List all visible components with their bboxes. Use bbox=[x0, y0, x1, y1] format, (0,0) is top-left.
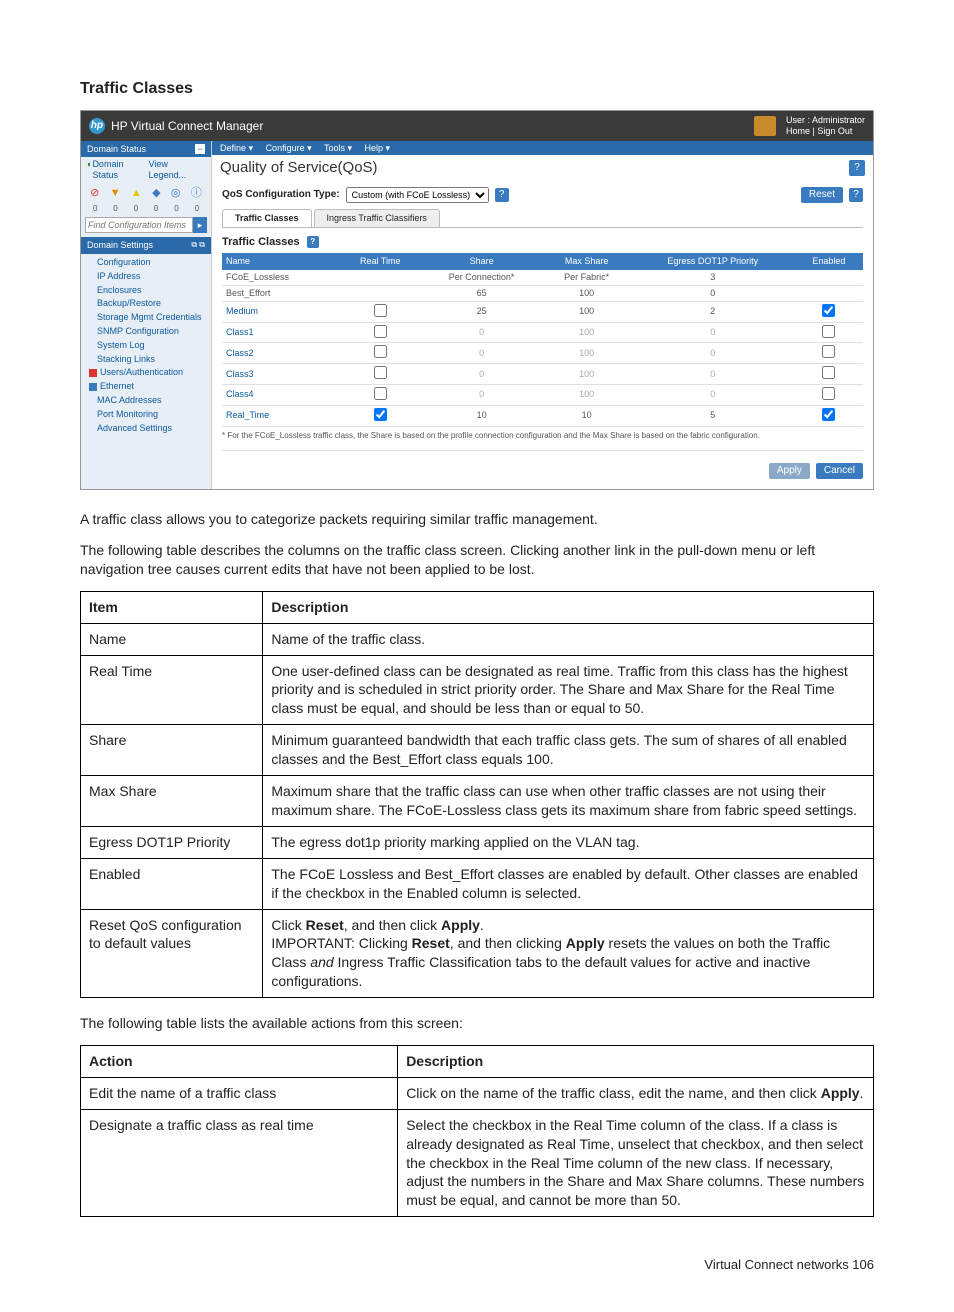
reset-button[interactable]: Reset bbox=[801, 187, 843, 203]
table-row: Edit the name of a traffic classClick on… bbox=[81, 1077, 874, 1109]
sidebar-item[interactable]: Users/Authentication bbox=[81, 366, 211, 380]
alert-unknown-icon: ⓘ bbox=[191, 187, 202, 200]
help-icon[interactable]: ? bbox=[849, 160, 865, 176]
table-row: Reset QoS configuration to default value… bbox=[81, 909, 874, 998]
tree-node-icon bbox=[89, 369, 97, 377]
info-icon[interactable]: ? bbox=[495, 188, 509, 202]
table-row: ShareMinimum guaranteed bandwidth that e… bbox=[81, 725, 874, 776]
sidebar-item[interactable]: MAC Addresses bbox=[81, 394, 211, 408]
enabled-checkbox[interactable] bbox=[822, 408, 835, 421]
realtime-checkbox[interactable] bbox=[374, 304, 387, 317]
config-type-select[interactable]: Custom (with FCoE Lossless) bbox=[346, 187, 489, 203]
alert-major-icon: ▼ bbox=[110, 187, 121, 200]
table-row: EnabledThe FCoE Lossless and Best_Effort… bbox=[81, 858, 874, 909]
section-subtitle: Traffic Classes bbox=[222, 236, 300, 248]
tree-node-icon bbox=[89, 383, 97, 391]
paragraph-table-intro: The following table describes the column… bbox=[80, 541, 874, 579]
user-label: User : Administrator bbox=[786, 115, 865, 126]
view-legend-link[interactable]: View Legend... bbox=[149, 159, 205, 181]
collapse-icon[interactable]: − bbox=[195, 144, 205, 154]
table-row: Class301000 bbox=[222, 364, 863, 385]
enabled-checkbox[interactable] bbox=[822, 345, 835, 358]
table-row: Real TimeOne user-defined class can be d… bbox=[81, 655, 874, 725]
sidebar-item[interactable]: Storage Mgmt Credentials bbox=[81, 311, 211, 325]
cancel-button[interactable]: Cancel bbox=[816, 463, 863, 479]
alert-ok-icon: ◎ bbox=[171, 187, 181, 200]
page-heading: Traffic Classes bbox=[80, 80, 874, 98]
apply-button[interactable]: Apply bbox=[769, 463, 810, 479]
screenshot-panel: hp HP Virtual Connect Manager User : Adm… bbox=[80, 110, 874, 490]
realtime-checkbox[interactable] bbox=[374, 325, 387, 338]
sidebar-item[interactable]: IP Address bbox=[81, 269, 211, 283]
sidebar-item[interactable]: Backup/Restore bbox=[81, 297, 211, 311]
table-row: Max ShareMaximum share that the traffic … bbox=[81, 776, 874, 827]
class-name-cell[interactable]: Class1 bbox=[222, 322, 340, 343]
sidebar-item[interactable]: Advanced Settings bbox=[81, 421, 211, 435]
table-row: Best_Effort651000 bbox=[222, 285, 863, 301]
expand-icons[interactable]: ⧉ ⧉ bbox=[191, 240, 205, 250]
home-icon[interactable] bbox=[754, 116, 776, 136]
main-content: Define ▾ Configure ▾ Tools ▾ Help ▾ Qual… bbox=[212, 141, 873, 490]
sidebar-item[interactable]: Configuration bbox=[81, 256, 211, 270]
columns-description-table: Item Description NameName of the traffic… bbox=[80, 591, 874, 998]
realtime-checkbox[interactable] bbox=[374, 387, 387, 400]
enabled-checkbox[interactable] bbox=[822, 366, 835, 379]
class-name-cell: FCoE_Lossless bbox=[222, 270, 340, 285]
sidebar-item[interactable]: SNMP Configuration bbox=[81, 325, 211, 339]
nav-tree: ConfigurationIP AddressEnclosuresBackup/… bbox=[81, 254, 211, 441]
table-row: FCoE_LosslessPer Connection*Per Fabric*3 bbox=[222, 270, 863, 285]
app-title: HP Virtual Connect Manager bbox=[111, 119, 263, 133]
enabled-checkbox[interactable] bbox=[822, 325, 835, 338]
reset-info-icon[interactable]: ? bbox=[849, 188, 863, 202]
enabled-checkbox[interactable] bbox=[822, 304, 835, 317]
sidebar-item[interactable]: Enclosures bbox=[81, 283, 211, 297]
realtime-checkbox[interactable] bbox=[374, 366, 387, 379]
titlebar: hp HP Virtual Connect Manager User : Adm… bbox=[81, 111, 873, 141]
table-row: NameName of the traffic class. bbox=[81, 623, 874, 655]
find-go-button[interactable]: ▸ bbox=[193, 217, 207, 233]
table-row: Class201000 bbox=[222, 343, 863, 364]
hp-logo-icon: hp bbox=[89, 118, 105, 134]
section-help-icon[interactable]: ? bbox=[307, 236, 319, 248]
sidebar-item[interactable]: Stacking Links bbox=[81, 352, 211, 366]
realtime-checkbox[interactable] bbox=[374, 345, 387, 358]
content-title: Quality of Service(QoS) bbox=[220, 159, 378, 177]
table-row: Medium251002 bbox=[222, 301, 863, 322]
table-row: Designate a traffic class as real timeSe… bbox=[81, 1109, 874, 1216]
menubar[interactable]: Define ▾ Configure ▾ Tools ▾ Help ▾ bbox=[212, 141, 873, 156]
domain-status-header: Domain Status − bbox=[81, 141, 211, 158]
traffic-classes-table: Name Real Time Share Max Share Egress DO… bbox=[222, 253, 863, 426]
domain-settings-header: Domain Settings ⧉ ⧉ bbox=[81, 237, 211, 254]
domain-status-link[interactable]: Domain Status bbox=[92, 159, 148, 181]
find-input[interactable] bbox=[85, 217, 193, 233]
alert-minor-icon: ▲ bbox=[131, 187, 142, 200]
table-row: Class401000 bbox=[222, 384, 863, 405]
enabled-checkbox[interactable] bbox=[822, 387, 835, 400]
class-name-cell[interactable]: Medium bbox=[222, 301, 340, 322]
page-footer: Virtual Connect networks 106 bbox=[80, 1257, 874, 1272]
class-name-cell[interactable]: Real_Time bbox=[222, 405, 340, 426]
table-footnote: * For the FCoE_Lossless traffic class, t… bbox=[222, 431, 863, 441]
class-name-cell[interactable]: Class3 bbox=[222, 364, 340, 385]
sidebar-item[interactable]: Ethernet bbox=[81, 380, 211, 394]
table-row: Class101000 bbox=[222, 322, 863, 343]
header-links[interactable]: Home | Sign Out bbox=[786, 126, 865, 137]
class-name-cell[interactable]: Class2 bbox=[222, 343, 340, 364]
paragraph-intro: A traffic class allows you to categorize… bbox=[80, 510, 874, 529]
sidebar-item[interactable]: Port Monitoring bbox=[81, 407, 211, 421]
alert-info-icon: ◆ bbox=[152, 187, 160, 200]
actions-table: Action Description Edit the name of a tr… bbox=[80, 1045, 874, 1217]
class-name-cell[interactable]: Class4 bbox=[222, 384, 340, 405]
paragraph-actions-intro: The following table lists the available … bbox=[80, 1014, 874, 1033]
alert-critical-icon: ⊘ bbox=[90, 187, 99, 200]
table-row: Real_Time10105 bbox=[222, 405, 863, 426]
class-name-cell: Best_Effort bbox=[222, 285, 340, 301]
realtime-checkbox[interactable] bbox=[374, 408, 387, 421]
table-row: Egress DOT1P PriorityThe egress dot1p pr… bbox=[81, 826, 874, 858]
tab-traffic-classes[interactable]: Traffic Classes bbox=[222, 209, 312, 227]
config-type-label: QoS Configuration Type: bbox=[222, 189, 340, 201]
left-sidebar: Domain Status − ◐ Domain Status View Leg… bbox=[81, 141, 212, 490]
tab-ingress-classifiers[interactable]: Ingress Traffic Classifiers bbox=[314, 209, 440, 227]
sidebar-item[interactable]: System Log bbox=[81, 338, 211, 352]
